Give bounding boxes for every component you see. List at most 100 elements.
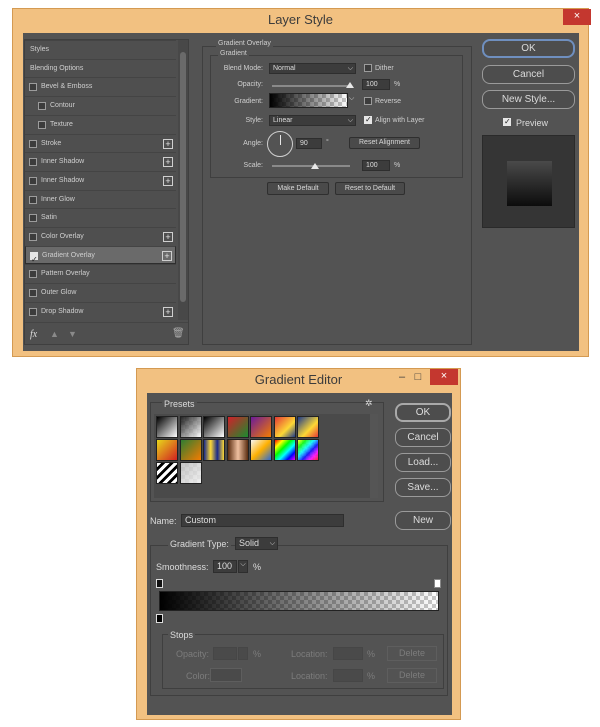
- stop-color-swatch[interactable]: [210, 668, 242, 682]
- move-up-icon[interactable]: ▲: [50, 329, 59, 339]
- style-list-item[interactable]: Outer Glow: [25, 283, 176, 301]
- opacity-stop-right[interactable]: [434, 579, 441, 588]
- opacity-input[interactable]: 100: [362, 79, 390, 90]
- style-list-item[interactable]: Bevel & Emboss: [25, 77, 176, 95]
- make-default-button[interactable]: Make Default: [267, 182, 329, 195]
- add-style-icon[interactable]: +: [163, 175, 173, 186]
- delete-color-button[interactable]: Delete: [387, 668, 437, 683]
- style-checkbox[interactable]: [29, 176, 37, 185]
- ok-button[interactable]: OK: [395, 403, 451, 422]
- stop-location-input[interactable]: [333, 669, 363, 682]
- stop-location-input[interactable]: [333, 647, 363, 660]
- style-checkbox[interactable]: [38, 120, 46, 129]
- smoothness-input[interactable]: 100: [213, 560, 237, 573]
- add-style-icon[interactable]: +: [163, 157, 173, 168]
- preset-swatch[interactable]: [226, 439, 249, 461]
- cancel-button[interactable]: Cancel: [395, 428, 451, 447]
- style-list-item[interactable]: Stroke +: [25, 133, 176, 152]
- angle-dial[interactable]: [267, 131, 293, 157]
- maximize-button[interactable]: □: [410, 369, 426, 385]
- smoothness-dropdown-icon[interactable]: ⌵: [238, 560, 248, 573]
- save-button[interactable]: Save...: [395, 478, 451, 497]
- style-checkbox[interactable]: [29, 233, 37, 241]
- add-style-icon[interactable]: +: [163, 232, 173, 242]
- scale-slider-thumb[interactable]: [310, 163, 319, 169]
- style-list-item[interactable]: Blending Options: [25, 58, 176, 77]
- trash-icon[interactable]: 🗑: [172, 328, 185, 339]
- color-stop-left[interactable]: [156, 614, 163, 623]
- style-list-item[interactable]: Pattern Overlay: [25, 264, 176, 282]
- gradient-preview[interactable]: [269, 93, 348, 108]
- opacity-stop-left[interactable]: [156, 579, 163, 588]
- style-select[interactable]: Linear ⌵: [269, 115, 356, 126]
- preset-swatch[interactable]: [179, 462, 202, 484]
- blend-mode-select[interactable]: Normal ⌵: [269, 63, 356, 74]
- preset-swatch[interactable]: [156, 439, 178, 461]
- close-button[interactable]: ×: [430, 369, 458, 385]
- presets-scrollbar[interactable]: [370, 414, 378, 498]
- reverse-checkbox[interactable]: [364, 97, 372, 105]
- scroll-thumb[interactable]: [180, 52, 186, 302]
- align-layer-checkbox[interactable]: [364, 115, 372, 124]
- angle-input[interactable]: 90: [296, 138, 322, 149]
- style-list-item[interactable]: Styles: [25, 40, 176, 58]
- preset-swatch[interactable]: [179, 416, 202, 438]
- ok-button[interactable]: OK: [482, 39, 575, 58]
- name-input[interactable]: Custom: [181, 514, 344, 527]
- style-list-item[interactable]: Color Overlay +: [25, 227, 176, 245]
- style-checkbox[interactable]: [29, 307, 37, 316]
- new-style-button[interactable]: New Style...: [482, 90, 575, 109]
- style-list-item[interactable]: Texture: [25, 114, 176, 133]
- reset-alignment-button[interactable]: Reset Alignment: [349, 137, 420, 149]
- preset-swatch[interactable]: [297, 439, 319, 461]
- cancel-button[interactable]: Cancel: [482, 65, 575, 84]
- preset-swatch[interactable]: [156, 462, 178, 484]
- style-checkbox[interactable]: [29, 289, 37, 298]
- style-checkbox[interactable]: [29, 83, 37, 92]
- styles-scrollbar[interactable]: [178, 40, 188, 320]
- new-button[interactable]: New: [395, 511, 451, 530]
- opacity-slider-thumb[interactable]: [346, 82, 354, 88]
- close-button[interactable]: ×: [563, 9, 591, 25]
- style-list-item[interactable]: Inner Shadow +: [25, 170, 176, 189]
- minimize-button[interactable]: –: [394, 369, 410, 385]
- gradient-type-select[interactable]: Solid ⌵: [235, 537, 278, 550]
- style-checkbox[interactable]: [29, 214, 37, 223]
- opacity-slider-track[interactable]: [272, 85, 350, 87]
- add-style-icon[interactable]: +: [163, 138, 173, 149]
- style-checkbox[interactable]: [29, 195, 37, 204]
- preset-swatch[interactable]: [273, 439, 296, 461]
- preset-swatch[interactable]: [226, 416, 249, 438]
- add-style-icon[interactable]: +: [163, 306, 173, 317]
- stop-opacity-input[interactable]: [213, 647, 237, 660]
- style-checkbox[interactable]: [29, 158, 37, 167]
- preset-swatch[interactable]: [250, 416, 272, 438]
- style-checkbox[interactable]: [29, 139, 37, 148]
- style-list-item[interactable]: Satin: [25, 208, 176, 226]
- preset-swatch[interactable]: [203, 416, 225, 438]
- style-list-item[interactable]: Drop Shadow +: [25, 301, 176, 320]
- style-checkbox[interactable]: [29, 270, 37, 279]
- delete-opacity-button[interactable]: Delete: [387, 646, 437, 661]
- preset-swatch[interactable]: [273, 416, 296, 438]
- gradient-bar[interactable]: [159, 591, 439, 611]
- preset-swatch[interactable]: [297, 416, 319, 438]
- style-list-item[interactable]: Gradient Overlay +: [25, 245, 176, 269]
- fx-button[interactable]: fx: [30, 329, 37, 340]
- preview-checkbox[interactable]: [503, 117, 511, 126]
- move-down-icon[interactable]: ▼: [68, 329, 77, 339]
- preset-swatch[interactable]: [156, 416, 178, 438]
- dither-checkbox[interactable]: [364, 64, 372, 72]
- reset-default-button[interactable]: Reset to Default: [335, 182, 405, 195]
- style-list-item[interactable]: Inner Glow: [25, 189, 176, 208]
- preset-swatch[interactable]: [203, 439, 225, 461]
- stop-opacity-dropdown-icon[interactable]: [238, 647, 248, 660]
- style-checkbox[interactable]: [30, 251, 38, 269]
- style-list-item[interactable]: Inner Shadow +: [25, 152, 176, 170]
- preset-swatch[interactable]: [250, 439, 272, 461]
- add-style-icon[interactable]: +: [162, 250, 172, 261]
- gear-icon[interactable]: ✲: [365, 398, 373, 409]
- scale-input[interactable]: 100: [362, 160, 390, 171]
- style-checkbox[interactable]: [38, 102, 46, 111]
- preset-swatch[interactable]: [179, 439, 202, 461]
